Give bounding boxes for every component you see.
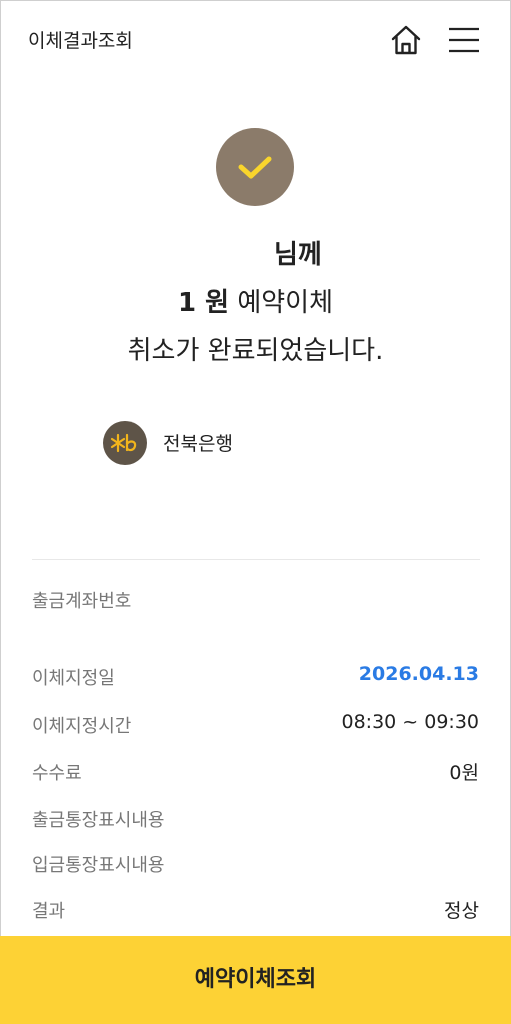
transfer-time-label: 이체지정시간 [32,716,132,737]
deposit-memo-label: 입금통장표시내용 [32,855,165,876]
home-button[interactable] [388,22,424,58]
bank-logo [103,421,147,465]
withdraw-memo-label: 출금통장표시내용 [32,810,165,831]
transfer-time-value: 08:30 ~ 09:30 [341,711,479,733]
result-value: 정상 [444,900,479,922]
section-divider [32,559,480,560]
top-bar: 이체결과조회 [0,0,511,80]
home-icon [391,25,421,55]
hamburger-menu-icon [449,27,479,53]
success-check [216,128,294,206]
completion-message: 취소가 완료되었습니다. [127,336,384,366]
amount-type: 예약이체 [237,288,334,318]
menu-button[interactable] [446,22,482,58]
amount-line: 1 원 예약이체 [0,282,511,319]
bank-name: 전북은행 [163,433,233,455]
withdraw-account-label: 출금계좌번호 [32,591,132,612]
jb-bank-logo-icon [103,421,147,465]
fee-label: 수수료 [32,763,82,784]
amount-value: 1 원 [177,288,230,318]
page-title: 이체결과조회 [28,30,133,52]
check-circle-icon [216,128,294,206]
transfer-date-label: 이체지정일 [32,668,115,689]
result-label: 결과 [32,901,66,922]
reserved-transfer-inquiry-button[interactable]: 예약이체조회 [0,936,511,1024]
recipient-line: 님께 [274,240,322,270]
transfer-date-value: 2026.04.13 [358,663,479,685]
fee-value: 0원 [449,762,479,784]
